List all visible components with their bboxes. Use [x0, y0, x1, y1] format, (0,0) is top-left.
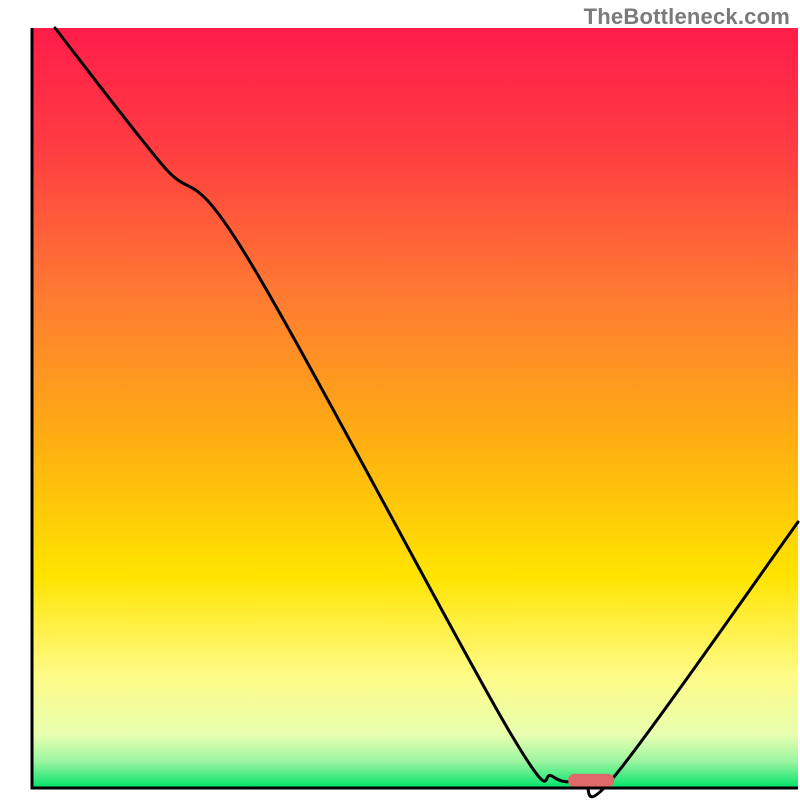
- chart-container: TheBottleneck.com: [0, 0, 800, 800]
- plot-background: [32, 28, 798, 788]
- bottleneck-chart: [0, 0, 800, 800]
- optimal-marker: [568, 774, 614, 787]
- watermark-text: TheBottleneck.com: [584, 4, 790, 30]
